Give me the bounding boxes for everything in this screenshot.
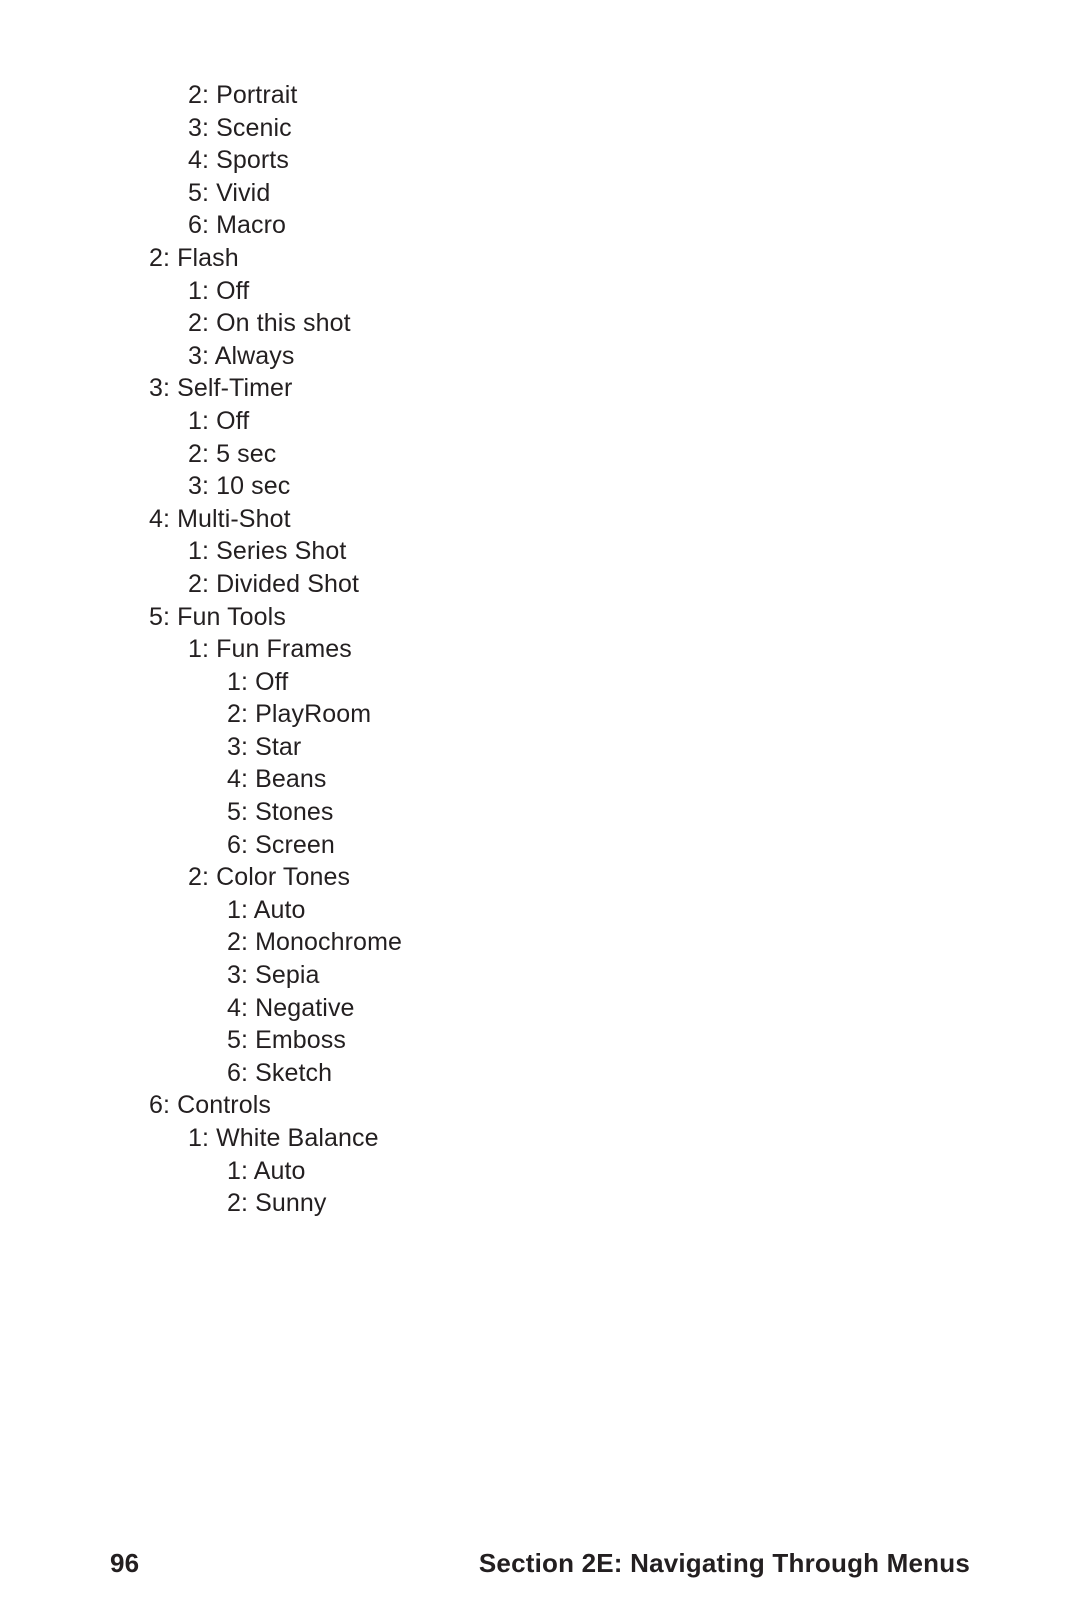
menu-line: 2: On this shot bbox=[188, 307, 949, 340]
menu-line: 2: 5 sec bbox=[188, 438, 949, 471]
menu-line: 4: Negative bbox=[227, 992, 949, 1025]
menu-line: 1: Off bbox=[188, 275, 949, 308]
menu-line: 2: Sunny bbox=[227, 1187, 949, 1220]
menu-line: 5: Fun Tools bbox=[149, 601, 949, 634]
menu-line: 3: Scenic bbox=[188, 112, 949, 145]
menu-line: 2: Flash bbox=[149, 242, 949, 275]
menu-tree: 2: Portrait3: Scenic4: Sports5: Vivid6: … bbox=[149, 79, 949, 1220]
menu-line: 6: Controls bbox=[149, 1089, 949, 1122]
menu-line: 2: Monochrome bbox=[227, 926, 949, 959]
menu-line: 2: PlayRoom bbox=[227, 698, 949, 731]
menu-line: 4: Sports bbox=[188, 144, 949, 177]
menu-line: 3: Sepia bbox=[227, 959, 949, 992]
manual-page: 2: Portrait3: Scenic4: Sports5: Vivid6: … bbox=[0, 0, 1080, 1620]
menu-line: 4: Beans bbox=[227, 763, 949, 796]
menu-line: 1: Series Shot bbox=[188, 535, 949, 568]
menu-line: 5: Vivid bbox=[188, 177, 949, 210]
menu-line: 1: Off bbox=[188, 405, 949, 438]
menu-line: 3: Always bbox=[188, 340, 949, 373]
menu-line: 1: Off bbox=[227, 666, 949, 699]
menu-line: 6: Screen bbox=[227, 829, 949, 862]
menu-line: 1: Auto bbox=[227, 1155, 949, 1188]
menu-line: 2: Color Tones bbox=[188, 861, 949, 894]
menu-line: 5: Emboss bbox=[227, 1024, 949, 1057]
page-number: 96 bbox=[110, 1548, 139, 1579]
menu-line: 4: Multi-Shot bbox=[149, 503, 949, 536]
menu-line: 3: Star bbox=[227, 731, 949, 764]
menu-line: 1: White Balance bbox=[188, 1122, 949, 1155]
section-title: Section 2E: Navigating Through Menus bbox=[479, 1548, 970, 1579]
menu-line: 2: Portrait bbox=[188, 79, 949, 112]
menu-line: 2: Divided Shot bbox=[188, 568, 949, 601]
menu-line: 1: Fun Frames bbox=[188, 633, 949, 666]
menu-line: 3: Self-Timer bbox=[149, 372, 949, 405]
menu-line: 3: 10 sec bbox=[188, 470, 949, 503]
menu-line: 6: Macro bbox=[188, 209, 949, 242]
menu-line: 6: Sketch bbox=[227, 1057, 949, 1090]
menu-line: 1: Auto bbox=[227, 894, 949, 927]
menu-line: 5: Stones bbox=[227, 796, 949, 829]
